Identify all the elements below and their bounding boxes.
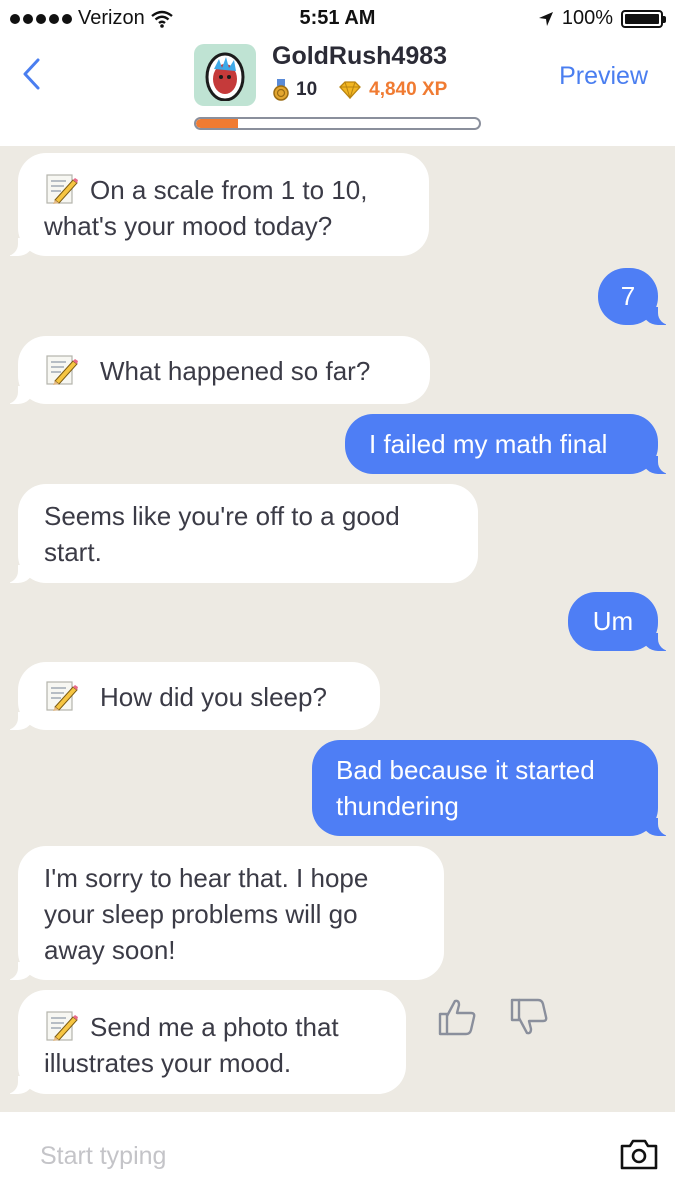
avatar[interactable] [194,44,256,106]
camera-button[interactable] [619,1136,659,1172]
chat-thread[interactable]: On a scale from 1 to 10, what's your moo… [0,146,675,1112]
bot-message: How did you sleep? [4,662,380,730]
message-input-bar [0,1112,675,1200]
thumbs-up-icon[interactable] [436,996,478,1038]
message-text: Send me a photo that illustrates your mo… [44,1011,339,1078]
user-message: Bad because it started thundering [312,740,672,836]
message-text: I failed my math final [369,429,608,459]
back-button[interactable] [14,54,54,94]
bot-message: I'm sorry to hear that. I hope your slee… [4,846,444,980]
user-message: Um [568,592,672,651]
username: GoldRush4983 [272,42,448,70]
message-text: On a scale from 1 to 10, what's your moo… [44,174,367,241]
memo-icon [46,1011,78,1041]
message-input[interactable] [28,1132,588,1180]
location-arrow-icon [538,11,553,26]
battery-icon [621,9,666,28]
message-text: Um [592,606,634,636]
user-message: 7 [598,268,672,325]
egg-avatar-icon [205,52,245,101]
medal-count: 10 [296,79,318,100]
memo-icon [46,355,78,385]
bot-message: Seems like you're off to a good start. [4,484,478,583]
user-stats: 10 4,840 XP [272,78,447,102]
level-progress-fill [196,119,239,128]
gem-icon [339,81,362,99]
memo-icon [46,174,78,204]
message-text: 7 [620,281,636,311]
bot-message: What happened so far? [4,336,430,404]
message-text: Bad because it started thundering [336,755,595,821]
memo-icon [46,681,78,711]
message-feedback [436,996,550,1038]
message-text: Seems like you're off to a good start. [44,501,400,567]
battery-percent: 100% [561,7,613,29]
thumbs-down-icon[interactable] [508,996,550,1038]
user-message: I failed my math final [345,414,672,474]
medal-icon [273,79,289,101]
bot-message: On a scale from 1 to 10, what's your moo… [4,153,429,256]
message-text: What happened so far? [44,355,370,386]
status-bar: Verizon 5:51 AM 100% [0,0,675,36]
message-text: How did you sleep? [44,681,327,712]
status-right: 100% [538,7,666,30]
message-text: I'm sorry to hear that. I hope your slee… [44,863,369,965]
xp-count: 4,840 XP [369,79,448,100]
chat-header: GoldRush4983 10 4,840 XP Preview [0,36,675,146]
level-progress-bar [194,117,481,130]
bot-message: Send me a photo that illustrates your mo… [4,990,406,1094]
preview-button[interactable]: Preview [559,62,648,91]
